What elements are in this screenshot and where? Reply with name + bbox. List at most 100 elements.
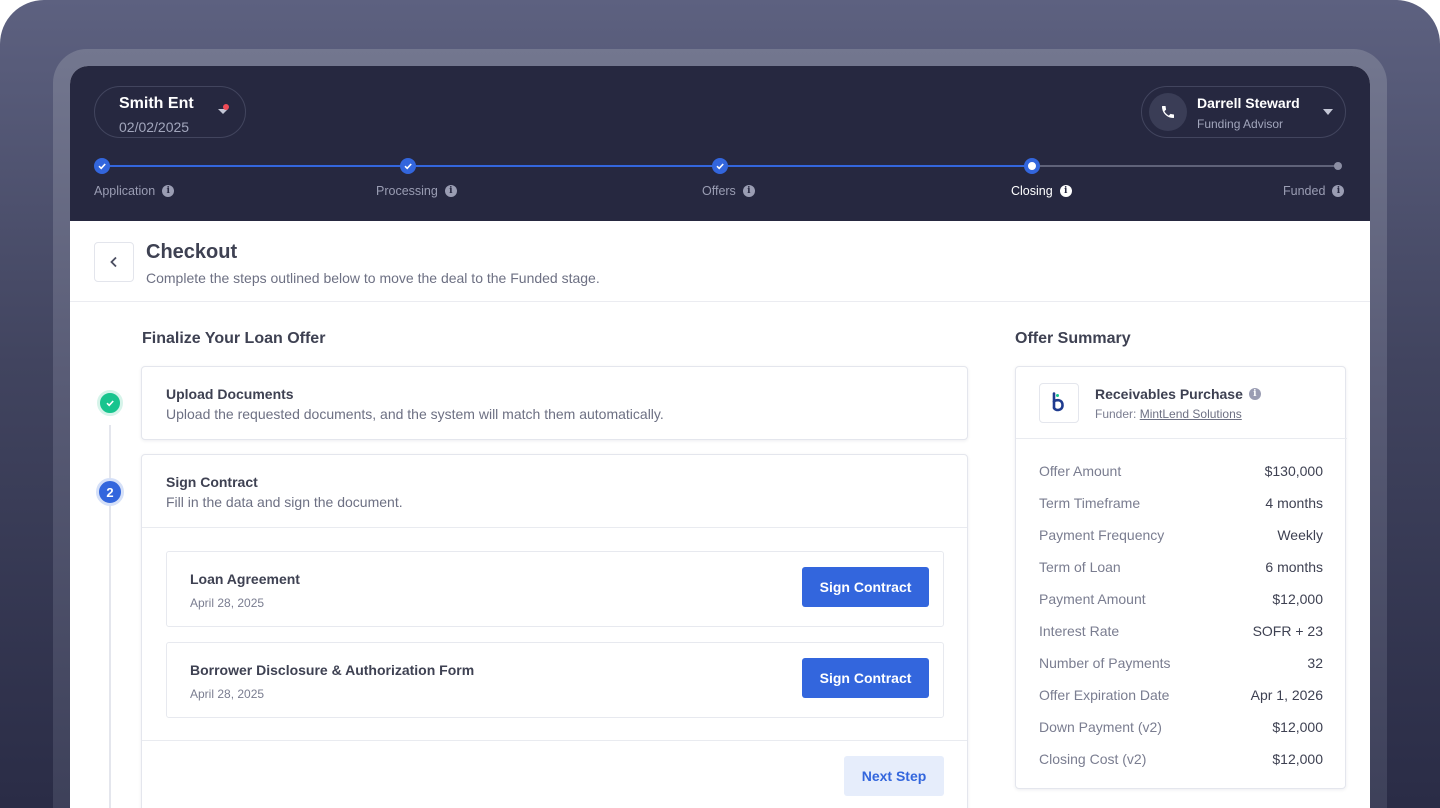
summary-label: Payment Amount — [1039, 591, 1146, 607]
check-icon — [106, 400, 114, 407]
info-icon[interactable]: i — [1248, 388, 1261, 400]
card-title: Sign Contract — [166, 474, 258, 490]
document-row-loan-agreement: Loan Agreement April 28, 2025 Sign Contr… — [166, 551, 944, 627]
summary-value: 32 — [1307, 655, 1323, 671]
step-node-processing[interactable] — [400, 158, 416, 174]
step-label-funded[interactable]: Funded i — [1283, 184, 1345, 198]
check-icon — [98, 163, 106, 170]
summary-row-payment-amount: Payment Amount $12,000 — [1039, 591, 1323, 611]
offer-summary-header: Receivables Purchase i Funder: MintLend … — [1016, 367, 1347, 439]
summary-label: Offer Expiration Date — [1039, 687, 1170, 703]
info-icon[interactable]: i — [444, 185, 457, 197]
summary-row-down-payment: Down Payment (v2) $12,000 — [1039, 719, 1323, 739]
summary-value: 6 months — [1265, 559, 1323, 575]
company-date: 02/02/2025 — [119, 119, 190, 135]
step-node-closing[interactable] — [1024, 158, 1040, 174]
step-label-text: Application — [94, 184, 156, 198]
summary-value: 4 months — [1265, 495, 1323, 511]
stepper-track-upcoming — [1032, 165, 1338, 167]
summary-label: Term of Loan — [1039, 559, 1121, 575]
step-node-funded[interactable] — [1334, 162, 1342, 170]
funder-line: Funder: MintLend Solutions — [1095, 407, 1242, 421]
summary-label: Offer Amount — [1039, 463, 1122, 479]
funder-link[interactable]: MintLend Solutions — [1140, 407, 1242, 421]
advisor-selector[interactable]: Darrell Steward Funding Advisor — [1141, 86, 1346, 138]
summary-row-interest-rate: Interest Rate SOFR + 23 — [1039, 623, 1323, 643]
sign-contract-button[interactable]: Sign Contract — [802, 658, 929, 698]
summary-value: SOFR + 23 — [1252, 623, 1323, 639]
page-title: Checkout — [146, 241, 238, 263]
summary-row-closing-cost: Closing Cost (v2) $12,000 — [1039, 751, 1323, 771]
summary-row-offer-expiration: Offer Expiration Date Apr 1, 2026 — [1039, 687, 1323, 707]
notification-dot — [223, 104, 229, 110]
document-title: Borrower Disclosure & Authorization Form — [190, 662, 475, 678]
document-row-borrower-disclosure: Borrower Disclosure & Authorization Form… — [166, 642, 944, 718]
sign-contract-card: Sign Contract Fill in the data and sign … — [141, 454, 968, 808]
product-name: Receivables Purchase i — [1095, 386, 1261, 402]
finalize-section-title: Finalize Your Loan Offer — [142, 330, 326, 347]
document-date: April 28, 2025 — [190, 596, 265, 610]
upload-documents-card[interactable]: Upload Documents Upload the requested do… — [141, 366, 968, 440]
summary-row-term-timeframe: Term Timeframe 4 months — [1039, 495, 1323, 515]
step-label-text: Funded — [1283, 184, 1326, 198]
step-label-closing[interactable]: Closing i — [1011, 184, 1072, 198]
page-header: Checkout Complete the steps outlined bel… — [70, 221, 1370, 302]
next-step-button[interactable]: Next Step — [844, 756, 944, 796]
summary-row-payment-frequency: Payment Frequency Weekly — [1039, 527, 1323, 547]
card-description: Upload the requested documents, and the … — [166, 406, 664, 422]
check-icon — [404, 163, 412, 170]
summary-value: $12,000 — [1272, 591, 1323, 607]
summary-value: Weekly — [1277, 527, 1323, 543]
card-title: Upload Documents — [166, 386, 294, 402]
summary-value: $12,000 — [1272, 751, 1323, 767]
progress-stepper: Application i Processing i Offers i Clos… — [70, 156, 1370, 206]
offer-summary-card: Receivables Purchase i Funder: MintLend … — [1015, 366, 1347, 789]
summary-label: Closing Cost (v2) — [1039, 751, 1147, 767]
step-label-text: Processing — [376, 184, 438, 198]
sign-contract-button[interactable]: Sign Contract — [802, 567, 929, 607]
info-icon[interactable]: i — [1332, 185, 1345, 197]
step-number-badge: 2 — [96, 478, 124, 506]
summary-label: Term Timeframe — [1039, 495, 1141, 511]
step-node-application[interactable] — [94, 158, 110, 174]
summary-label: Number of Payments — [1039, 655, 1171, 671]
step-label-processing[interactable]: Processing i — [376, 184, 457, 198]
card-description: Fill in the data and sign the document. — [166, 494, 403, 510]
advisor-name: Darrell Steward — [1197, 95, 1300, 111]
page-subtitle: Complete the steps outlined below to mov… — [146, 270, 600, 286]
summary-row-number-of-payments: Number of Payments 32 — [1039, 655, 1323, 675]
step-label-application[interactable]: Application i — [94, 184, 175, 198]
phone-icon — [1162, 106, 1174, 118]
summary-row-term-of-loan: Term of Loan 6 months — [1039, 559, 1323, 579]
summary-label: Interest Rate — [1039, 623, 1120, 639]
offer-summary-title: Offer Summary — [1015, 330, 1131, 347]
info-icon[interactable]: i — [1059, 185, 1072, 197]
document-date: April 28, 2025 — [190, 687, 265, 701]
step-complete-badge — [97, 390, 123, 416]
summary-value: $130,000 — [1264, 463, 1323, 479]
advisor-role: Funding Advisor — [1197, 117, 1284, 131]
brand-logo-icon — [1052, 392, 1064, 412]
summary-value: Apr 1, 2026 — [1250, 687, 1323, 703]
divider — [142, 527, 967, 528]
summary-label: Down Payment (v2) — [1039, 719, 1162, 735]
step-label-text: Closing — [1011, 184, 1053, 198]
chevron-down-icon — [1323, 109, 1333, 115]
summary-value: $12,000 — [1272, 719, 1323, 735]
call-button[interactable] — [1149, 93, 1187, 131]
back-button[interactable] — [94, 242, 134, 282]
funder-logo — [1039, 383, 1079, 423]
info-icon[interactable]: i — [162, 185, 175, 197]
step-label-text: Offers — [702, 184, 736, 198]
app-screen: Smith Ent 02/02/2025 Darrell Steward Fun… — [70, 66, 1370, 808]
step-node-offers[interactable] — [712, 158, 728, 174]
card-footer: Next Step — [142, 741, 967, 808]
step-label-offers[interactable]: Offers i — [702, 184, 755, 198]
company-selector[interactable]: Smith Ent 02/02/2025 — [94, 86, 246, 138]
chevron-left-icon — [110, 256, 117, 268]
document-title: Loan Agreement — [190, 571, 300, 587]
check-icon — [716, 163, 724, 170]
info-icon[interactable]: i — [742, 185, 755, 197]
funder-label: Funder: — [1095, 407, 1137, 421]
summary-label: Payment Frequency — [1039, 527, 1165, 543]
